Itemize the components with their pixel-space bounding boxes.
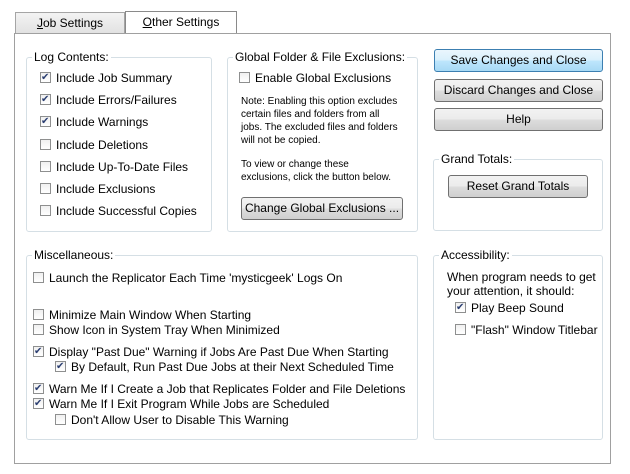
checkbox-box[interactable] [33,381,44,397]
discard-changes-button[interactable]: Discard Changes and Close [434,79,603,102]
checkbox-box[interactable] [40,161,51,172]
change-global-exclusions-button[interactable]: Change Global Exclusions ... [241,197,403,220]
checkbox-box[interactable] [33,324,44,335]
checkbox-box[interactable] [40,114,51,130]
checkbox-box[interactable] [40,92,51,108]
grand-totals-title: Grand Totals: [439,152,515,166]
checkbox-box[interactable] [33,344,44,360]
checkbox-box[interactable] [55,359,66,375]
checkbox-box[interactable] [33,272,44,283]
exclusions-note: Note: Enabling this option excludes cert… [241,96,398,146]
help-button[interactable]: Help [434,108,603,131]
accessibility-intro: When program needs to get your attention… [447,270,596,298]
checkbox-box[interactable] [33,309,44,320]
global-exclusions-title: Global Folder & File Exclusions: [233,50,408,64]
checkbox-box[interactable] [239,72,250,83]
exclusions-instructions: To view or change these exclusions, clic… [241,159,392,183]
settings-window: Job Settings Other Settings Log Contents… [0,0,628,472]
tab-job-settings[interactable]: Job Settings [15,12,125,33]
checkbox-box[interactable] [40,205,51,216]
checkbox-box[interactable] [455,324,466,335]
reset-grand-totals-button[interactable]: Reset Grand Totals [448,175,588,198]
checkbox-box[interactable] [33,396,44,412]
accessibility-title: Accessibility: [439,248,512,262]
checkbox-box[interactable] [40,139,51,150]
log-contents-title: Log Contents: [32,50,111,64]
save-changes-button[interactable]: Save Changes and Close [434,49,603,72]
miscellaneous-title: Miscellaneous: [32,248,116,262]
tab-other-settings[interactable]: Other Settings [125,11,237,34]
checkbox-box[interactable] [40,183,51,194]
checkbox-box[interactable] [40,70,51,86]
checkbox-box[interactable] [55,414,66,425]
checkbox-box[interactable] [455,300,466,316]
